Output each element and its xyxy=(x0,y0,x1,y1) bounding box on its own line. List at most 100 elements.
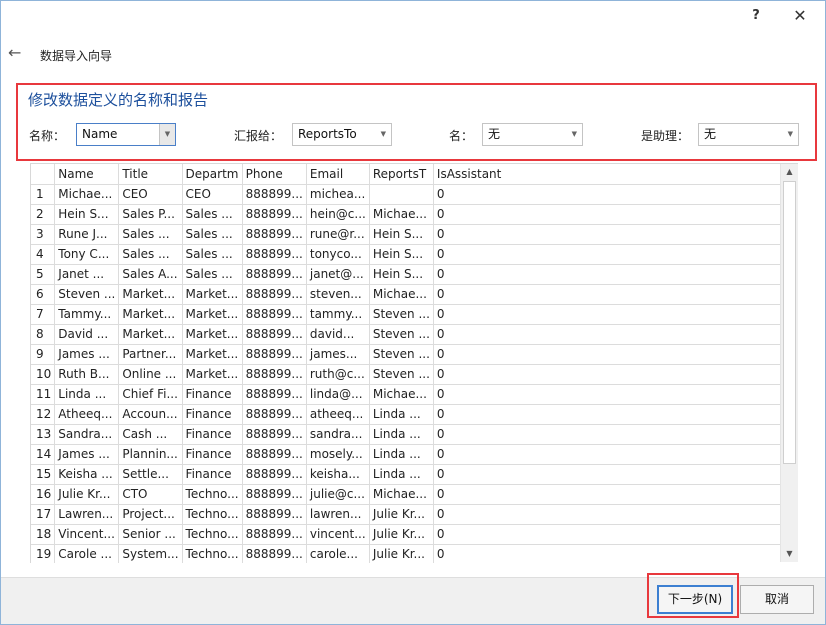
table-row[interactable]: 17 Lawren... Project... Techno... 888899... l… xyxy=(31,504,798,525)
table-cell: Online ... xyxy=(118,364,183,385)
table-row[interactable]: 3 Rune J... Sales ... Sales ... 888899... run… xyxy=(31,224,798,245)
table-cell: Steven ... xyxy=(369,304,434,325)
column-header[interactable]: Email xyxy=(306,164,370,185)
table-cell: Market... xyxy=(118,284,183,305)
is-assistant-select[interactable]: 无 ▼ xyxy=(698,123,799,146)
table-row[interactable]: 5 Janet ... Sales A... Sales ... 888899... ja… xyxy=(31,264,798,285)
row-number-header[interactable] xyxy=(31,164,56,185)
table-row[interactable]: 6 Steven ... Market... Market... 888899... st… xyxy=(31,284,798,305)
name-select[interactable]: Name ▼ xyxy=(76,123,176,146)
column-header[interactable]: Title xyxy=(118,164,183,185)
table-row[interactable]: 13 Sandra... Cash ... Finance 888899... sandr… xyxy=(31,424,798,445)
table-row[interactable]: 2 Hein S... Sales P... Sales ... 888899... he… xyxy=(31,204,798,225)
table-cell: Tammy... xyxy=(54,304,120,325)
table-row[interactable]: 7 Tammy... Market... Market... 888899... tamm… xyxy=(31,304,798,325)
table-cell: Sales ... xyxy=(182,224,243,245)
help-icon[interactable]: ? xyxy=(746,6,766,26)
table-cell: James ... xyxy=(54,344,120,365)
chevron-down-icon[interactable]: ▼ xyxy=(159,124,175,145)
row-number-cell: 13 xyxy=(31,424,56,445)
table-cell: Accoun... xyxy=(118,404,183,425)
table-cell: 888899... xyxy=(242,384,307,405)
next-button[interactable]: 下一步(N) xyxy=(657,585,733,614)
vertical-scrollbar[interactable]: ▲ ▼ xyxy=(780,164,798,562)
table-row[interactable]: 16 Julie Kr... CTO Techno... 888899... julie@… xyxy=(31,484,798,505)
table-cell: Finance xyxy=(182,424,243,445)
table-cell: Finance xyxy=(182,464,243,485)
table-row[interactable]: 4 Tony C... Sales ... Sales ... 888899... ton… xyxy=(31,244,798,265)
table-cell: Carole ... xyxy=(54,544,120,563)
table-cell: 888899... xyxy=(242,244,307,265)
given-name-select[interactable]: 无 ▼ xyxy=(482,123,583,146)
table-cell: Market... xyxy=(182,364,243,385)
table-cell: 888899... xyxy=(242,444,307,465)
back-arrow-icon[interactable]: ← xyxy=(8,44,26,62)
table-cell: 0 xyxy=(433,544,798,563)
table-cell: Keisha ... xyxy=(54,464,120,485)
table-cell: 0 xyxy=(433,284,798,305)
table-cell: ruth@c... xyxy=(306,364,370,385)
table-cell: Vincent... xyxy=(54,524,120,545)
table-cell: CTO xyxy=(118,484,183,505)
is-assistant-select-value: 无 xyxy=(704,127,717,141)
table-cell xyxy=(369,184,434,205)
scroll-down-icon[interactable]: ▼ xyxy=(781,546,798,562)
reports-to-field-label: 汇报给： xyxy=(234,129,283,143)
table-cell: Sandra... xyxy=(54,424,120,445)
table-row[interactable]: 10 Ruth B... Online ... Market... 888899... r… xyxy=(31,364,798,385)
table-cell: 888899... xyxy=(242,304,307,325)
chevron-down-icon[interactable]: ▼ xyxy=(572,124,577,145)
column-header[interactable]: Name xyxy=(54,164,120,185)
table-row[interactable]: 12 Atheeq... Accoun... Finance 888899... athe… xyxy=(31,404,798,425)
table-row[interactable]: 18 Vincent... Senior ... Techno... 888899...… xyxy=(31,524,798,545)
table-cell: 0 xyxy=(433,324,798,345)
scroll-up-icon[interactable]: ▲ xyxy=(781,164,798,180)
row-number-cell: 5 xyxy=(31,264,56,285)
row-number-cell: 1 xyxy=(31,184,56,205)
table-cell: Rune J... xyxy=(54,224,120,245)
table-row[interactable]: 8 David ... Market... Market... 888899... dav… xyxy=(31,324,798,345)
table-cell: Lawren... xyxy=(54,504,120,525)
table-cell: Techno... xyxy=(182,484,243,505)
table-cell: Michae... xyxy=(369,284,434,305)
table-cell: Sales ... xyxy=(118,224,183,245)
cancel-button[interactable]: 取消 xyxy=(740,585,814,614)
row-number-cell: 18 xyxy=(31,524,56,545)
table-cell: tonyco... xyxy=(306,244,370,265)
scrollbar-thumb[interactable] xyxy=(783,181,796,464)
table-cell: 0 xyxy=(433,264,798,285)
table-cell: lawren... xyxy=(306,504,370,525)
table-cell: Michae... xyxy=(369,384,434,405)
table-cell: james... xyxy=(306,344,370,365)
close-icon[interactable]: ✕ xyxy=(790,6,810,26)
table-row[interactable]: 19 Carole ... System... Techno... 888899... c… xyxy=(31,544,798,563)
table-cell: Steven ... xyxy=(369,364,434,385)
table-row[interactable]: 14 James ... Plannin... Finance 888899... mos… xyxy=(31,444,798,465)
table-cell: Chief Fi... xyxy=(118,384,183,405)
table-cell: Julie Kr... xyxy=(369,544,434,563)
table-cell: Michae... xyxy=(54,184,120,205)
table-cell: Sales A... xyxy=(118,264,183,285)
row-number-cell: 3 xyxy=(31,224,56,245)
wizard-title: 数据导入向导 xyxy=(40,49,113,63)
row-number-cell: 12 xyxy=(31,404,56,425)
column-header[interactable]: ReportsT xyxy=(369,164,434,185)
table-cell: Sales ... xyxy=(182,204,243,225)
column-header[interactable]: Departm xyxy=(182,164,243,185)
table-row[interactable]: 9 James ... Partner... Market... 888899... ja… xyxy=(31,344,798,365)
table-cell: Market... xyxy=(182,344,243,365)
table-cell: Julie Kr... xyxy=(54,484,120,505)
column-header[interactable]: Phone xyxy=(242,164,307,185)
table-cell: 888899... xyxy=(242,484,307,505)
reports-to-select[interactable]: ReportsTo ▼ xyxy=(292,123,392,146)
chevron-down-icon[interactable]: ▼ xyxy=(381,124,386,145)
table-row[interactable]: 15 Keisha ... Settle... Finance 888899... kei… xyxy=(31,464,798,485)
column-header[interactable]: IsAssistant xyxy=(433,164,798,185)
table-cell: Settle... xyxy=(118,464,183,485)
chevron-down-icon[interactable]: ▼ xyxy=(788,124,793,145)
table-row[interactable]: 1 Michae... CEO CEO 888899... michea... 0 xyxy=(31,184,798,205)
table-cell: Market... xyxy=(118,304,183,325)
table-cell: 0 xyxy=(433,384,798,405)
table-row[interactable]: 11 Linda ... Chief Fi... Finance 888899... li… xyxy=(31,384,798,405)
data-preview-grid[interactable]: Name Title Departm Phone Email ReportsT IsAssi… xyxy=(30,163,798,563)
